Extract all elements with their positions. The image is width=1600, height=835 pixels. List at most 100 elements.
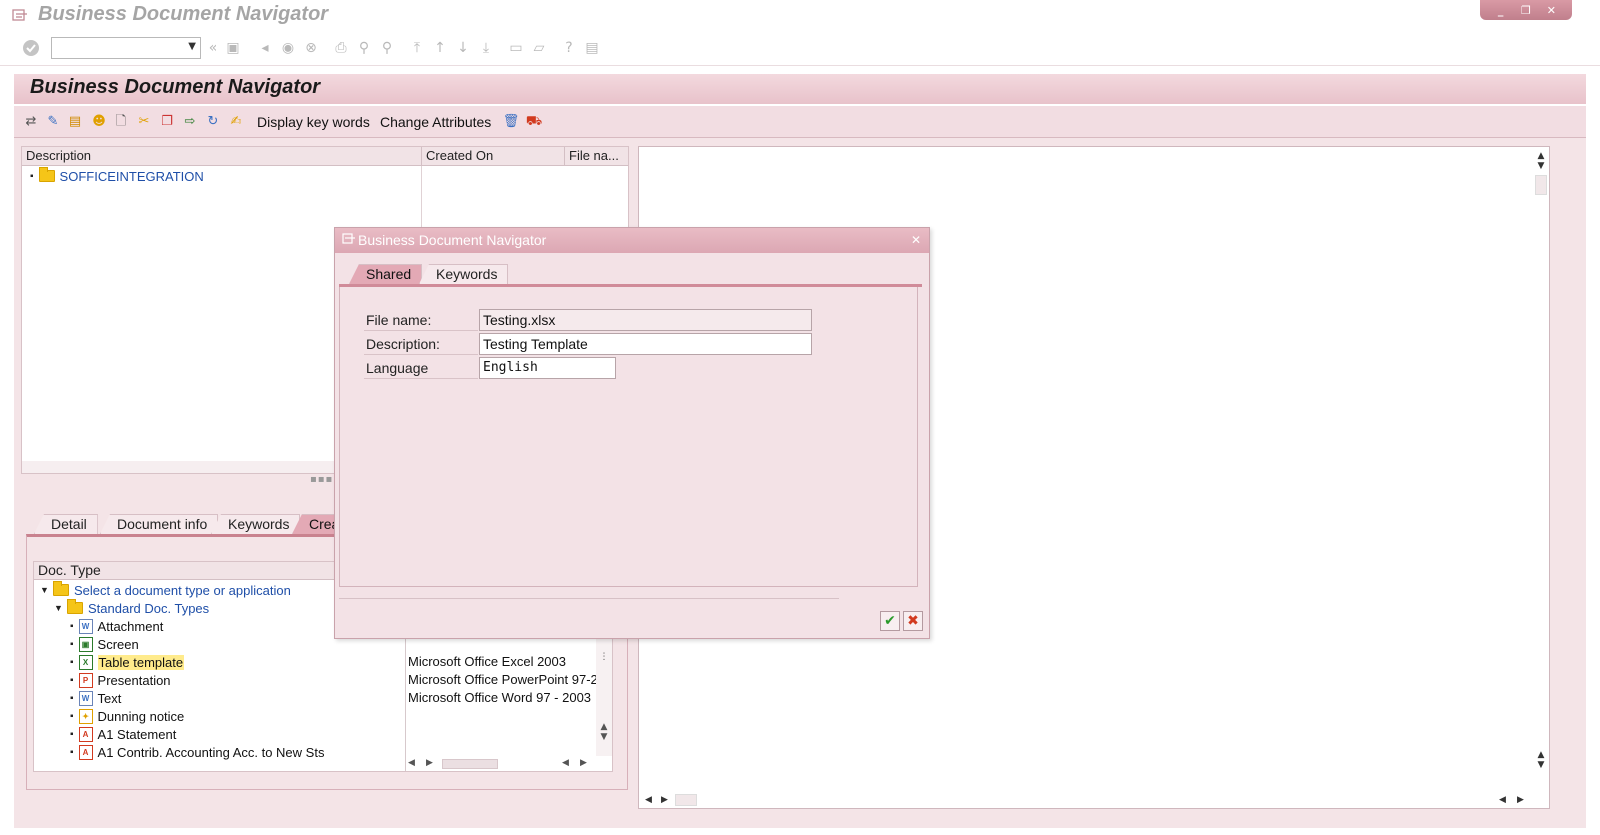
next-page-icon[interactable]: ↓ <box>454 39 472 57</box>
scroll-up-icon[interactable]: ▲ <box>1533 151 1549 161</box>
scroll-thumb[interactable] <box>442 759 498 769</box>
scroll-right-icon[interactable]: ▶ <box>1517 795 1524 805</box>
ok-button[interactable]: ✔ <box>880 611 900 631</box>
scroll-thumb[interactable] <box>675 794 697 806</box>
find-next-icon[interactable]: ⚲ <box>378 39 396 57</box>
application-cell: Microsoft Office Excel 2003 <box>408 654 566 669</box>
list-item-label: Dunning notice <box>97 708 185 724</box>
column-header-description[interactable]: Description <box>22 147 422 166</box>
print-icon[interactable]: ⎙ <box>332 39 350 57</box>
new-document-icon[interactable]: 🗋 <box>112 113 130 131</box>
first-page-icon[interactable]: ⤒ <box>408 39 426 57</box>
list-item-text[interactable]: ▪ W Text <box>70 689 121 707</box>
description-label: Description: <box>364 333 478 355</box>
previous-page-icon[interactable]: ↑ <box>431 39 449 57</box>
list-item-label: A1 Statement <box>97 726 177 742</box>
list-item-a1-contrib[interactable]: ▪ A A1 Contrib. Accounting Acc. to New S… <box>70 743 324 761</box>
scroll-right-icon[interactable]: ▶ <box>426 758 433 768</box>
new-session-icon[interactable]: ▭ <box>507 39 525 57</box>
refresh-icon[interactable]: ↻ <box>204 113 222 131</box>
edit-pencil-icon[interactable]: ✎ <box>44 113 62 131</box>
shortcut-icon[interactable]: ▱ <box>530 39 548 57</box>
display-change-icon[interactable]: ⇄ <box>22 113 40 131</box>
scroll-down-icon[interactable]: ▼ <box>1533 161 1549 171</box>
command-field[interactable]: ▼ <box>51 37 201 59</box>
dialog-titlebar[interactable]: Business Document Navigator ✕ <box>335 228 929 253</box>
horizontal-scrollbar[interactable]: ◀ ▶ ◀ ▶ <box>406 756 594 771</box>
pdf-doc-icon: A <box>78 726 93 742</box>
scroll-down-icon[interactable]: ▼ <box>1533 760 1549 770</box>
tab-shared[interactable]: Shared <box>349 264 423 284</box>
list-item-a1-statement[interactable]: ▪ A A1 Statement <box>70 725 176 743</box>
file-name-field[interactable]: Testing.xlsx <box>479 309 812 331</box>
double-left-arrow-icon[interactable]: « <box>204 39 222 57</box>
scroll-up-icon[interactable]: ▲ <box>596 722 612 732</box>
tab-detail[interactable]: Detail <box>34 514 98 534</box>
delete-icon[interactable]: 🗑 <box>502 113 520 131</box>
keywords-icon[interactable]: ✍ <box>227 113 245 131</box>
help-icon[interactable]: ? <box>560 39 578 57</box>
close-window-button[interactable]: ✕ <box>1544 4 1558 17</box>
scroll-left-icon[interactable]: ◀ <box>1499 795 1506 805</box>
chevron-down-icon[interactable]: ▼ <box>188 41 196 52</box>
minimize-button[interactable]: _ <box>1494 4 1508 17</box>
back-icon[interactable]: ◂ <box>256 39 274 57</box>
vertical-scrollbar[interactable]: ⋮ ▲ ▼ <box>596 638 612 756</box>
list-item-root-folder[interactable]: ▼ Select a document type or application <box>40 581 291 599</box>
list-item-table-template[interactable]: ▪ X Table template <box>70 653 185 671</box>
app-toolbar: ⇄ ✎ ▤ ☻ 🗋 ✂ ❐ ⇨ ↻ ✍ Display key words Ch… <box>14 106 1586 138</box>
horizontal-scrollbar[interactable]: ◀ ▶ ◀ ▶ <box>639 792 1549 808</box>
command-input[interactable] <box>52 38 180 58</box>
display-keywords-button[interactable]: Display key words <box>257 112 370 132</box>
change-attributes-button[interactable]: Change Attributes <box>380 112 491 132</box>
vertical-scrollbar[interactable]: ▲ ▼ ▲ ▼ <box>1533 147 1549 808</box>
scroll-right-icon[interactable]: ▶ <box>580 758 587 768</box>
copy-icon[interactable]: ❐ <box>158 113 176 131</box>
expand-down-icon[interactable]: ▼ <box>40 585 49 595</box>
column-header-file-name[interactable]: File na... <box>565 147 628 166</box>
scroll-thumb[interactable]: ⋮ <box>596 652 612 662</box>
bullet-icon: ▪ <box>70 692 74 704</box>
export-icon[interactable]: ⇨ <box>181 113 199 131</box>
list-item-dunning-notice[interactable]: ▪ ✦ Dunning notice <box>70 707 184 725</box>
tab-document-info[interactable]: Document info <box>100 514 219 534</box>
scroll-down-icon[interactable]: ▼ <box>596 732 612 742</box>
cancel-button[interactable]: ✖ <box>903 611 923 631</box>
list-item-attachment[interactable]: ▪ W Attachment <box>70 617 163 635</box>
page-title: Business Document Navigator <box>30 76 321 98</box>
description-field[interactable]: Testing Template <box>479 333 812 355</box>
scroll-left-icon[interactable]: ◀ <box>645 795 652 805</box>
exit-icon[interactable]: ◉ <box>279 39 297 57</box>
tree-node-sofficeintegration[interactable]: ▪ SOFFICEINTEGRATION <box>30 167 204 185</box>
document-edit-icon[interactable]: ▤ <box>66 113 84 131</box>
scroll-left-icon[interactable]: ◀ <box>408 758 415 768</box>
close-icon[interactable]: ✕ <box>909 233 923 247</box>
find-icon[interactable]: ⚲ <box>355 39 373 57</box>
maximize-button[interactable]: ❐ <box>1519 4 1533 17</box>
transport-icon[interactable]: ⛟ <box>525 113 543 131</box>
dialog-menu-icon[interactable] <box>342 233 356 245</box>
column-header-created-on[interactable]: Created On <box>422 147 565 166</box>
last-page-icon[interactable]: ⤓ <box>477 39 495 57</box>
scroll-up-icon[interactable]: ▲ <box>1533 750 1549 760</box>
scroll-right-icon[interactable]: ▶ <box>661 795 668 805</box>
scroll-thumb[interactable] <box>1535 175 1547 195</box>
save-icon[interactable]: ▣ <box>224 39 242 57</box>
language-field[interactable]: English <box>479 357 616 379</box>
import-icon[interactable]: ✂ <box>135 113 153 131</box>
scroll-left-icon[interactable]: ◀ <box>562 758 569 768</box>
list-item-screen[interactable]: ▪ ▣ Screen <box>70 635 139 653</box>
dialog-body: File name: Testing.xlsx Description: Tes… <box>339 287 918 587</box>
tab-keywords[interactable]: Keywords <box>419 264 509 284</box>
tab-keywords[interactable]: Keywords <box>211 514 301 534</box>
window-menu-icon[interactable] <box>12 8 28 22</box>
enter-check-icon[interactable] <box>22 39 40 57</box>
list-item-standard-doc-types[interactable]: ▼ Standard Doc. Types <box>54 599 209 617</box>
cancel-icon[interactable]: ⊗ <box>302 39 320 57</box>
layout-menu-icon[interactable]: ▤ <box>583 39 601 57</box>
powerpoint-doc-icon: P <box>78 672 93 688</box>
user-icon[interactable]: ☻ <box>90 113 108 131</box>
expand-down-icon[interactable]: ▼ <box>54 603 63 613</box>
list-item-presentation[interactable]: ▪ P Presentation <box>70 671 171 689</box>
list-item-label: Table template <box>97 654 185 670</box>
